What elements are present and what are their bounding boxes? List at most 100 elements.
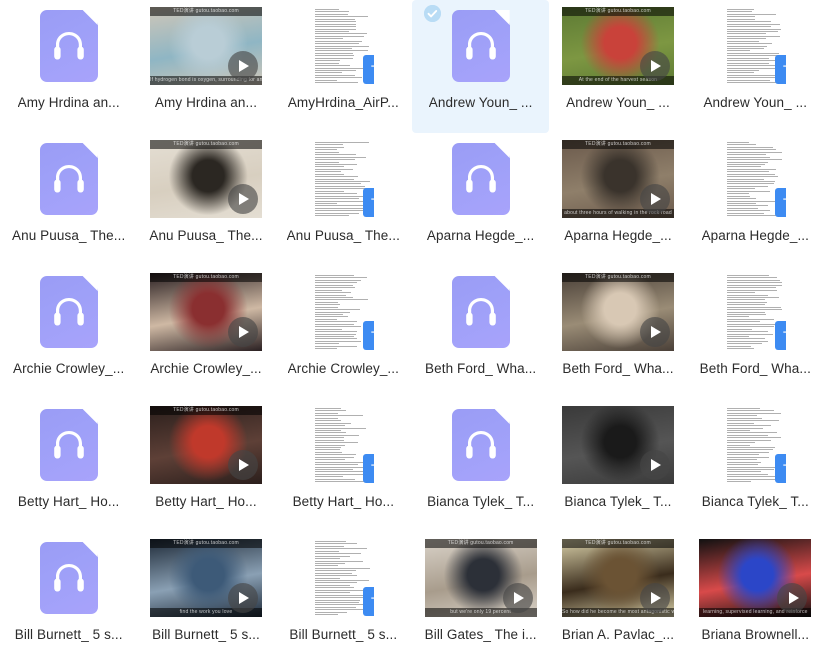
file-item[interactable]: Bianca Tylek_ T... <box>412 399 549 532</box>
text-document-thumbnail: T <box>287 273 399 351</box>
file-name-label: Amy Hrdina an... <box>17 95 120 110</box>
file-item[interactable]: TED演讲 gutou.taobao.com At the end of the … <box>549 0 686 133</box>
video-preview-image: TED演讲 gutou.taobao.com <box>149 406 262 484</box>
text-preview-page: T <box>312 406 375 484</box>
file-item[interactable]: Amy Hrdina an... <box>0 0 137 133</box>
play-icon[interactable] <box>227 583 258 613</box>
file-item[interactable]: learning, supervised learning, and reinf… <box>687 532 824 660</box>
file-item[interactable]: T AmyHrdina_AirP... <box>275 0 412 133</box>
headphones-audio-file-icon <box>39 10 98 82</box>
file-item[interactable]: T Betty Hart_ Ho... <box>275 399 412 532</box>
file-name-label: Bianca Tylek_ T... <box>564 494 672 509</box>
file-name-label: Bianca Tylek_ T... <box>701 494 809 509</box>
check-circle-icon[interactable] <box>423 5 441 22</box>
audio-file-thumbnail <box>425 7 537 85</box>
file-name-label: Betty Hart_ Ho... <box>17 494 120 509</box>
text-document-thumbnail: T <box>699 7 811 85</box>
file-grid[interactable]: Amy Hrdina an... TED演讲 gutou.taobao.com If… <box>0 0 824 660</box>
play-icon[interactable] <box>639 184 670 214</box>
file-item[interactable]: T Andrew Youn_ ... <box>687 0 824 133</box>
file-name-label: Aparna Hegde_... <box>564 228 672 243</box>
file-item[interactable]: TED演讲 gutou.taobao.com but we're only 19 … <box>412 532 549 660</box>
file-item[interactable]: Andrew Youn_ ... <box>411 0 550 133</box>
play-icon[interactable] <box>639 450 670 480</box>
headphones-audio-file-icon <box>39 542 98 614</box>
file-item[interactable]: T Beth Ford_ Wha... <box>687 266 824 399</box>
file-item[interactable]: Archie Crowley_... <box>0 266 137 399</box>
text-document-thumbnail: T <box>699 273 811 351</box>
text-document-thumbnail: T <box>287 539 399 617</box>
file-name-label: Amy Hrdina an... <box>154 95 258 110</box>
video-watermark-top: TED演讲 gutou.taobao.com <box>149 140 262 149</box>
video-thumbnail: TED演讲 gutou.taobao.com <box>149 140 262 218</box>
video-preview-image: TED演讲 gutou.taobao.com <box>561 273 674 351</box>
video-watermark-top: TED演讲 gutou.taobao.com <box>149 7 262 16</box>
play-icon[interactable] <box>639 51 670 81</box>
audio-file-thumbnail <box>425 406 537 484</box>
text-preview-page: T <box>724 7 787 85</box>
file-item[interactable]: T Bill Burnett_ 5 s... <box>275 532 412 660</box>
text-preview-page: T <box>312 539 375 617</box>
file-name-label: Archie Crowley_... <box>150 361 262 376</box>
play-icon[interactable] <box>639 583 670 613</box>
file-name-label: Anu Puusa_ The... <box>286 228 400 243</box>
text-document-icon: T <box>775 321 787 350</box>
play-icon[interactable] <box>639 317 670 347</box>
file-name-label: Andrew Youn_ ... <box>428 95 533 110</box>
file-item[interactable]: TED演讲 gutou.taobao.com Archie Crowley_... <box>137 266 274 399</box>
headphones-audio-file-icon <box>39 276 98 348</box>
file-item[interactable]: TED演讲 gutou.taobao.com about three hours … <box>549 133 686 266</box>
file-item[interactable]: Bianca Tylek_ T... <box>549 399 686 532</box>
file-item[interactable]: T Bianca Tylek_ T... <box>687 399 824 532</box>
file-item[interactable]: Beth Ford_ Wha... <box>412 266 549 399</box>
file-item[interactable]: TED演讲 gutou.taobao.com Betty Hart_ Ho... <box>137 399 274 532</box>
file-name-label: Aparna Hegde_... <box>426 228 535 243</box>
video-thumbnail <box>561 406 674 484</box>
play-icon[interactable] <box>502 583 533 613</box>
file-item[interactable]: TED演讲 gutou.taobao.com Beth Ford_ Wha... <box>549 266 686 399</box>
file-name-label: Anu Puusa_ The... <box>149 228 263 243</box>
file-name-label: Andrew Youn_ ... <box>703 95 808 110</box>
text-preview-page: T <box>724 273 787 351</box>
file-item[interactable]: TED演讲 gutou.taobao.com So how did he beco… <box>549 532 686 660</box>
file-name-label: Aparna Hegde_... <box>701 228 810 243</box>
video-preview-image: TED演讲 gutou.taobao.com but we're only 19 … <box>424 539 537 617</box>
file-item[interactable]: TED演讲 gutou.taobao.com find the work you … <box>137 532 274 660</box>
text-document-icon: T <box>363 188 375 217</box>
video-watermark-top: TED演讲 gutou.taobao.com <box>149 539 262 548</box>
text-preview-page: T <box>312 7 375 85</box>
file-item[interactable]: Aparna Hegde_... <box>412 133 549 266</box>
play-icon[interactable] <box>227 450 258 480</box>
video-thumbnail: TED演讲 gutou.taobao.com If hydrogen bond i… <box>149 7 262 85</box>
video-thumbnail: TED演讲 gutou.taobao.com <box>149 273 262 351</box>
video-watermark-top: TED演讲 gutou.taobao.com <box>149 273 262 282</box>
file-item[interactable]: Anu Puusa_ The... <box>0 133 137 266</box>
file-item[interactable]: Bill Burnett_ 5 s... <box>0 532 137 660</box>
headphones-audio-file-icon <box>451 143 510 215</box>
text-document-icon: T <box>775 454 787 483</box>
video-thumbnail: TED演讲 gutou.taobao.com <box>561 273 674 351</box>
text-document-icon: T <box>775 55 787 84</box>
play-icon[interactable] <box>227 51 258 81</box>
audio-file-thumbnail <box>425 140 537 218</box>
play-icon[interactable] <box>227 184 258 214</box>
video-thumbnail: TED演讲 gutou.taobao.com about three hours … <box>561 140 674 218</box>
file-name-label: Archie Crowley_... <box>12 361 125 376</box>
audio-file-thumbnail <box>13 273 125 351</box>
file-name-label: Archie Crowley_... <box>287 361 399 376</box>
text-document-thumbnail: T <box>699 406 811 484</box>
video-preview-image: TED演讲 gutou.taobao.com At the end of the … <box>561 7 674 85</box>
audio-file-thumbnail <box>13 140 125 218</box>
file-item[interactable]: Betty Hart_ Ho... <box>0 399 137 532</box>
file-name-label: Bill Burnett_ 5 s... <box>14 627 123 642</box>
text-preview-page: T <box>312 273 375 351</box>
video-thumbnail: TED演讲 gutou.taobao.com <box>149 406 262 484</box>
file-item[interactable]: TED演讲 gutou.taobao.com If hydrogen bond i… <box>137 0 274 133</box>
headphones-audio-file-icon <box>39 143 98 215</box>
file-item[interactable]: TED演讲 gutou.taobao.com Anu Puusa_ The... <box>137 133 274 266</box>
file-item[interactable]: T Anu Puusa_ The... <box>275 133 412 266</box>
video-thumbnail: TED演讲 gutou.taobao.com At the end of the … <box>561 7 674 85</box>
file-item[interactable]: T Aparna Hegde_... <box>687 133 824 266</box>
play-icon[interactable] <box>227 317 258 347</box>
file-item[interactable]: T Archie Crowley_... <box>275 266 412 399</box>
